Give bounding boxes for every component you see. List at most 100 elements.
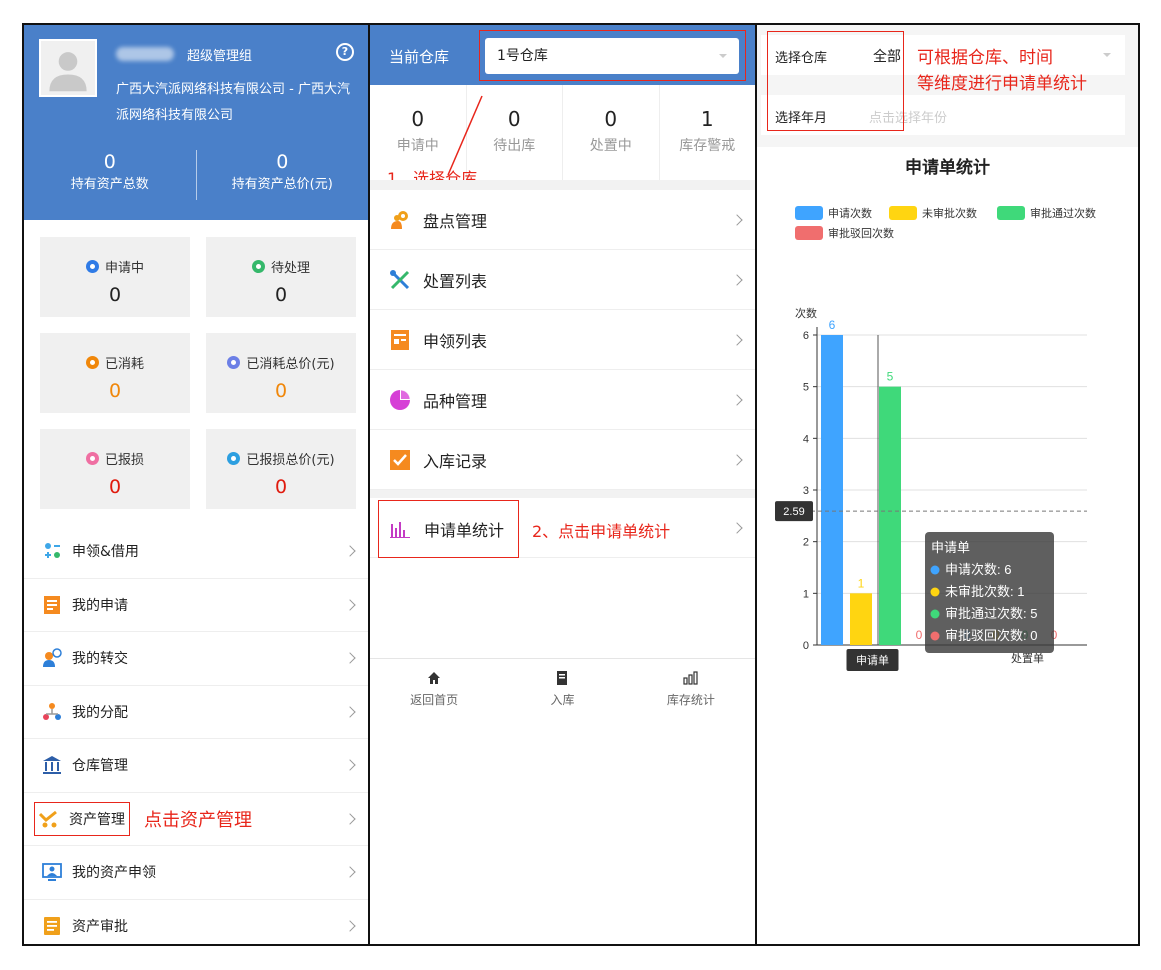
chevron-right-icon <box>344 759 356 771</box>
menu-label: 我的资产申领 <box>72 865 156 882</box>
menu-variety[interactable]: 品种管理 <box>370 370 755 430</box>
tooltip-line: 申请次数: 6 <box>945 562 1011 577</box>
bar-chart-icon <box>390 518 412 540</box>
menu-inventory[interactable]: 盘点管理 <box>370 190 755 250</box>
home-icon <box>370 669 498 687</box>
legend-swatch <box>997 206 1025 220</box>
menu-apply-statistics[interactable]: 申请单统计 2、点击申请单统计 <box>370 498 755 558</box>
warehouse-highlight-box <box>479 30 746 81</box>
warehouse-panel: 当前仓库 1号仓库 0 申请中 0 待出库 0 处置中 1 库存警戒 1、选择仓库 盘点… <box>369 23 756 946</box>
apply-list-icon <box>389 329 411 351</box>
menu-label: 我的转交 <box>72 651 128 668</box>
tooltip-dot <box>930 631 940 641</box>
menu-asset-management[interactable]: 资产管理 点击资产管理 <box>24 793 368 846</box>
apply-statistics-highlight[interactable]: 申请单统计 <box>378 500 519 558</box>
tab-stock-stats[interactable]: 库存统计 <box>627 659 755 718</box>
card-pending[interactable]: 待处理 0 <box>206 237 356 317</box>
bar <box>821 335 843 645</box>
chevron-right-icon <box>344 706 356 718</box>
tab-home[interactable]: 返回首页 <box>370 659 498 718</box>
menu-label: 盘点管理 <box>423 211 488 231</box>
menu-label: 申领列表 <box>423 331 488 351</box>
menu-my-asset-apply[interactable]: 我的资产申领 <box>24 846 368 900</box>
stat-value: 0 <box>276 151 289 173</box>
menu-label: 入库记录 <box>423 451 488 471</box>
card-value: 0 <box>108 380 122 402</box>
x-tick-label: 处置单 <box>1011 652 1044 665</box>
chevron-right-icon <box>731 453 743 466</box>
menu-stock-in-records[interactable]: 入库记录 <box>370 430 755 490</box>
card-value: 0 <box>274 380 288 402</box>
chevron-right-icon <box>731 333 743 346</box>
stat-asset-value: 0 持有资产总价(元) <box>195 150 369 200</box>
tools-icon <box>389 269 411 291</box>
asset-stats: 0 持有资产总数 0 持有资产总价(元) <box>24 150 368 200</box>
menu-label: 我的申请 <box>72 597 128 614</box>
check-icon <box>389 449 411 471</box>
asset-management-highlight[interactable]: 资产管理 <box>34 801 130 836</box>
menu-apply-list[interactable]: 申领列表 <box>370 310 755 370</box>
menu-my-assign[interactable]: 我的分配 <box>24 686 368 739</box>
bar <box>879 386 901 645</box>
chevron-right-icon <box>344 920 356 932</box>
menu-disposal-list[interactable]: 处置列表 <box>370 250 755 310</box>
stat-label: 持有资产总价(元) <box>231 177 333 192</box>
pending-icon <box>251 260 265 273</box>
menu-warehouse[interactable]: 仓库管理 <box>24 739 368 793</box>
menu-my-apply[interactable]: 我的申请 <box>24 579 368 632</box>
tooltip-title: 申请单 <box>931 540 970 555</box>
count-disposing[interactable]: 0 处置中 <box>562 85 659 180</box>
y-tick-label: 2 <box>803 537 809 549</box>
menu-asset-approval[interactable]: 资产审批 <box>24 900 368 945</box>
stat-asset-count: 0 持有资产总数 <box>24 150 196 200</box>
divider <box>370 180 755 190</box>
chevron-right-icon <box>344 652 356 664</box>
card-applying[interactable]: 申请中 0 <box>40 237 190 317</box>
tooltip-dot <box>930 587 940 597</box>
pie-icon <box>389 389 411 411</box>
help-icon[interactable]: ? <box>336 43 354 61</box>
menu-borrow[interactable]: 申领&借用 <box>24 525 368 579</box>
transfer-icon <box>42 648 62 668</box>
tooltip-dot <box>930 565 940 575</box>
card-consumed[interactable]: 已消耗 0 <box>40 333 190 413</box>
my-apply-icon <box>42 595 62 615</box>
apply-statistics-note: 2、点击申请单统计 <box>532 522 671 541</box>
menu-my-transfer[interactable]: 我的转交 <box>24 632 368 686</box>
mail-icon <box>85 260 99 273</box>
count-label: 处置中 <box>589 138 632 154</box>
y-tick-label: 0 <box>803 640 809 652</box>
bar <box>850 593 872 645</box>
warehouse-header: 当前仓库 1号仓库 <box>370 25 755 85</box>
note-line: 可根据仓库、时间 <box>917 48 1053 68</box>
crosshair-value: 2.59 <box>783 506 804 518</box>
card-damaged[interactable]: 已报损 0 <box>40 429 190 509</box>
tab-label: 返回首页 <box>410 693 459 707</box>
legend-swatch <box>795 206 823 220</box>
x-tick-label: 申请单 <box>856 654 889 667</box>
tooltip-line: 审批驳回次数: 0 <box>945 628 1037 643</box>
menu-label: 申请单统计 <box>424 521 505 540</box>
menu-label: 仓库管理 <box>72 758 128 775</box>
blank-area <box>370 558 755 658</box>
y-axis-label: 次数 <box>795 306 817 320</box>
home-panel: 超级管理组 ? 广西大汽派网络科技有限公司 - 广西大汽派网络科技有限公司 0 … <box>22 23 369 946</box>
chart-area: 申请单统计 申请次数 未审批次数 审批通过次数 审批驳回次数 次数 0 1 2 3 4 5 6 6 1 5 0… <box>757 147 1138 927</box>
card-label: 已报损总价(元) <box>246 453 335 468</box>
card-consumed-price[interactable]: 已消耗总价(元) 0 <box>206 333 356 413</box>
menu-label: 资产管理 <box>69 811 125 828</box>
chevron-right-icon <box>344 813 356 825</box>
y-tick-label: 3 <box>803 485 809 497</box>
borrow-icon <box>42 541 62 561</box>
card-damaged-price[interactable]: 已报损总价(元) 0 <box>206 429 356 509</box>
legend-label: 审批通过次数 <box>1030 206 1096 220</box>
asset-instruction-note: 点击资产管理 <box>144 809 252 831</box>
card-label: 已消耗总价(元) <box>246 357 335 372</box>
price-icon <box>227 356 241 369</box>
apply-statistics-chart[interactable]: 申请次数未审批次数审批通过次数审批驳回次数次数012345661500000申请… <box>757 147 1139 707</box>
legend-swatch <box>889 206 917 220</box>
count-stock-alert[interactable]: 1 库存警戒 <box>658 85 756 180</box>
tab-stock-in[interactable]: 入库 <box>498 659 626 718</box>
avatar[interactable] <box>39 39 97 97</box>
inventory-icon <box>389 209 411 231</box>
